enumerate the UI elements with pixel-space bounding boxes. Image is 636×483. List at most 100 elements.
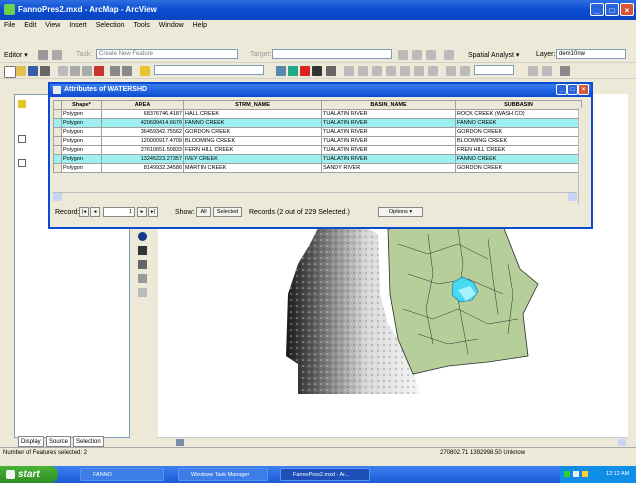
next-record-button[interactable]: ▸ bbox=[137, 207, 147, 217]
basin-name-cell[interactable]: TUALATIN RIVER bbox=[321, 118, 456, 128]
tab-display[interactable]: Display bbox=[18, 436, 44, 447]
strm-name-cell[interactable]: FERN HILL CREEK bbox=[183, 145, 322, 155]
delete-icon[interactable] bbox=[94, 66, 104, 76]
layer-dropdown[interactable]: dem10nw bbox=[556, 49, 626, 59]
sketch-tool-icon[interactable] bbox=[52, 50, 62, 60]
print-icon[interactable] bbox=[40, 66, 50, 76]
task-dropdown[interactable]: Create New Feature bbox=[96, 49, 238, 59]
measure-icon[interactable] bbox=[138, 260, 147, 269]
menu-insert[interactable]: Insert bbox=[69, 22, 87, 29]
cut-icon[interactable] bbox=[58, 66, 68, 76]
menu-edit[interactable]: Edit bbox=[24, 22, 36, 29]
menu-selection[interactable]: Selection bbox=[96, 22, 125, 29]
task-arcmap[interactable]: FannoPres2.mxd - Ar... bbox=[280, 468, 370, 481]
layout-tool-10-icon[interactable] bbox=[528, 66, 538, 76]
options-button[interactable]: Options ▾ bbox=[378, 207, 423, 217]
basin-name-cell[interactable]: TUALATIN RIVER bbox=[321, 127, 456, 137]
add-data-icon[interactable] bbox=[140, 66, 150, 76]
map-scroll-right-icon[interactable] bbox=[618, 439, 626, 446]
menu-window[interactable]: Window bbox=[159, 22, 184, 29]
table-vertical-scrollbar[interactable] bbox=[578, 108, 589, 204]
column-header-shape[interactable]: Shape* bbox=[61, 100, 102, 110]
column-header-basin-name[interactable]: BASIN_NAME bbox=[321, 100, 456, 110]
area-cell[interactable]: 27610651.50833 bbox=[101, 145, 184, 155]
tray-icon-2[interactable] bbox=[573, 471, 579, 477]
table-row[interactable]: Polygon 120000917.4709 BLOOMING CREEK TUALA… bbox=[53, 136, 582, 146]
layout-tool-4-icon[interactable] bbox=[386, 66, 396, 76]
spatial-analyst-menu[interactable]: Spatial Analyst ▾ bbox=[468, 51, 519, 59]
minimize-button[interactable]: _ bbox=[590, 3, 604, 16]
row-selector-cell[interactable] bbox=[53, 136, 62, 146]
layout-tool-11-icon[interactable] bbox=[542, 66, 552, 76]
new-icon[interactable] bbox=[4, 66, 16, 78]
column-header-subbasin[interactable]: SUBBASIN bbox=[455, 100, 582, 110]
shape-cell[interactable]: Polygon bbox=[61, 109, 102, 119]
identify-icon[interactable] bbox=[138, 232, 147, 241]
strm-name-cell[interactable]: HALL CREEK bbox=[183, 109, 322, 119]
whats-this-icon[interactable] bbox=[326, 66, 336, 76]
target-dropdown[interactable] bbox=[272, 49, 392, 59]
expand-icon-2[interactable] bbox=[18, 159, 26, 167]
maximize-button[interactable]: □ bbox=[605, 3, 619, 16]
row-selector-cell[interactable] bbox=[53, 127, 62, 137]
shape-cell[interactable]: Polygon bbox=[61, 154, 102, 164]
menu-tools[interactable]: Tools bbox=[133, 22, 149, 29]
attr-minimize-button[interactable]: _ bbox=[556, 84, 567, 95]
scale-dropdown[interactable] bbox=[154, 65, 264, 75]
tray-icon[interactable] bbox=[564, 471, 570, 477]
task-fanno[interactable]: FANNO bbox=[80, 468, 164, 481]
menu-file[interactable]: File bbox=[4, 22, 15, 29]
arctoolbox-icon[interactable] bbox=[288, 66, 298, 76]
column-header-selector[interactable] bbox=[53, 100, 62, 110]
table-row[interactable]: Polygon 36459342.75562 GORDON CREEK TUALATI… bbox=[53, 127, 582, 137]
close-button[interactable]: × bbox=[620, 3, 634, 16]
basin-name-cell[interactable]: TUALATIN RIVER bbox=[321, 154, 456, 164]
find-icon[interactable] bbox=[138, 246, 147, 255]
layout-tool-3-icon[interactable] bbox=[372, 66, 382, 76]
row-selector-cell[interactable] bbox=[53, 109, 62, 119]
row-selector-cell[interactable] bbox=[53, 163, 62, 173]
open-icon[interactable] bbox=[16, 66, 26, 76]
first-record-button[interactable]: |◂ bbox=[79, 207, 89, 217]
subbasin-cell[interactable]: FANNO CREEK bbox=[455, 154, 582, 164]
tab-selection[interactable]: Selection bbox=[73, 436, 104, 447]
undo-icon[interactable] bbox=[110, 66, 120, 76]
tab-source[interactable]: Source bbox=[46, 436, 72, 447]
hyperlink-icon[interactable] bbox=[138, 274, 147, 283]
row-selector-cell[interactable] bbox=[53, 154, 62, 164]
prev-record-button[interactable]: ◂ bbox=[90, 207, 100, 217]
edit-tool-icon[interactable] bbox=[38, 50, 48, 60]
attribute-table-window[interactable]: Attributes of WATERSHD _ □ × Shape* AREA… bbox=[48, 82, 593, 229]
layout-tool-1-icon[interactable] bbox=[344, 66, 354, 76]
save-icon[interactable] bbox=[28, 66, 38, 76]
menu-view[interactable]: View bbox=[45, 22, 60, 29]
area-cell[interactable]: 36459342.75562 bbox=[101, 127, 184, 137]
shape-cell[interactable]: Polygon bbox=[61, 127, 102, 137]
layout-tool-5-icon[interactable] bbox=[400, 66, 410, 76]
scroll-right-icon[interactable] bbox=[568, 193, 577, 201]
task-task-manager[interactable]: Windows Task Manager bbox=[178, 468, 268, 481]
shape-cell[interactable]: Polygon bbox=[61, 145, 102, 155]
editor-toolbar-icon[interactable] bbox=[276, 66, 286, 76]
column-header-area[interactable]: AREA bbox=[101, 100, 184, 110]
selection-icon[interactable] bbox=[426, 50, 436, 60]
basin-name-cell[interactable]: SANDY RIVER bbox=[321, 163, 456, 173]
table-row[interactable]: Polygon 420699414.6679 FANNO CREEK TUALATIN… bbox=[53, 118, 582, 128]
show-selected-button[interactable]: Selected bbox=[213, 207, 242, 217]
table-row[interactable]: Polygon 68376746.4187 HALL CREEK TUALATIN R… bbox=[53, 109, 582, 119]
basin-name-cell[interactable]: TUALATIN RIVER bbox=[321, 109, 456, 119]
strm-name-cell[interactable]: FANNO CREEK bbox=[183, 118, 322, 128]
subbasin-cell[interactable]: BLOOMING CREEK bbox=[455, 136, 582, 146]
last-record-button[interactable]: ▸| bbox=[148, 207, 158, 217]
subbasin-cell[interactable]: GORDON CREEK bbox=[455, 127, 582, 137]
strm-name-cell[interactable]: IVEY CREEK bbox=[183, 154, 322, 164]
table-row[interactable]: Polygon 13245223.27357 IVEY CREEK TUALATIN … bbox=[53, 154, 582, 164]
area-cell[interactable]: 120000917.4709 bbox=[101, 136, 184, 146]
row-selector-cell[interactable] bbox=[53, 145, 62, 155]
layout-view-icon[interactable] bbox=[176, 439, 184, 446]
toolbar-icon[interactable] bbox=[444, 50, 454, 60]
editor-menu[interactable]: Editor ▾ bbox=[4, 51, 28, 59]
sketch-properties-icon[interactable] bbox=[412, 50, 422, 60]
shape-cell[interactable]: Polygon bbox=[61, 163, 102, 173]
shape-cell[interactable]: Polygon bbox=[61, 136, 102, 146]
